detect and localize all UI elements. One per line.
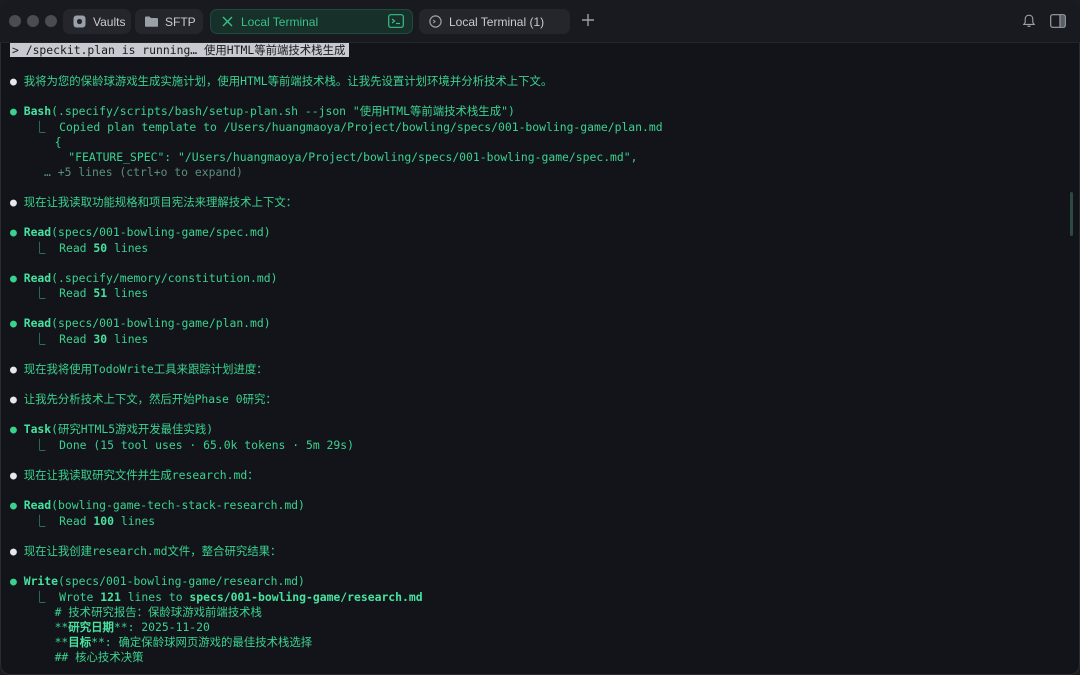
- file-preview-line: **目标**: 确定保龄球网页游戏的最佳技术栈选择: [34, 635, 313, 649]
- close-icon[interactable]: [219, 14, 235, 30]
- sidebar-toggle-icon[interactable]: [1050, 14, 1066, 28]
- tab-label: Vaults: [93, 14, 126, 29]
- bullet-icon: ●: [10, 104, 17, 118]
- bullet-icon: ●: [10, 422, 17, 436]
- tool-output-line: ⎿ Read 100 lines: [34, 514, 156, 528]
- tool-output-line: {: [34, 135, 62, 149]
- vault-icon: [71, 14, 87, 30]
- tool-output-line: "FEATURE_SPEC": "/Users/huangmaoya/Proje…: [34, 150, 638, 164]
- file-preview-line: **研究日期**: 2025-11-20: [34, 620, 210, 634]
- tool-output-line: ⎿ Copied plan template to /Users/huangma…: [34, 120, 663, 134]
- folder-icon: [143, 14, 159, 30]
- terminal-window: Vaults SFTP Local Terminal Local Termina…: [0, 0, 1080, 675]
- bullet-icon: ●: [10, 544, 17, 558]
- bullet-icon: ●: [10, 392, 17, 406]
- tab-local-terminal[interactable]: Local Terminal: [210, 9, 413, 34]
- terminal-output[interactable]: > /speckit.plan is running… 使用HTML等前端技术栈…: [0, 42, 1080, 675]
- tool-call-line: ● Task(研究HTML5游戏开发最佳实践): [10, 422, 214, 436]
- tool-call-line: ● Bash(.specify/scripts/bash/setup-plan.…: [10, 104, 515, 118]
- bullet-icon: ●: [10, 498, 17, 512]
- tool-call-line: ● Read(.specify/memory/constitution.md): [10, 271, 278, 285]
- bullet-icon: ●: [10, 74, 17, 88]
- expand-hint-line[interactable]: … +5 lines (ctrl+o to expand): [44, 165, 243, 180]
- bullet-icon: ●: [10, 271, 17, 285]
- bullet-icon: ●: [10, 195, 17, 209]
- message-line: ● 现在我将使用TodoWrite工具来跟踪计划进度：: [10, 362, 268, 376]
- tab-sftp[interactable]: SFTP: [135, 9, 203, 34]
- zoom-window-button[interactable]: [45, 15, 57, 27]
- message-line: ● 现在让我读取研究文件并生成research.md：: [10, 468, 259, 482]
- tool-output-line: ⎿ Read 51 lines: [34, 286, 149, 300]
- terminal-icon: [388, 14, 404, 28]
- bullet-icon: ●: [10, 468, 17, 482]
- bullet-icon: ●: [10, 225, 17, 239]
- plus-icon: [582, 14, 594, 26]
- close-window-button[interactable]: [9, 15, 21, 27]
- tool-output-line: ⎿ Wrote 121 lines to specs/001-bowling-g…: [34, 590, 423, 604]
- tool-call-line: ● Read(bowling-game-tech-stack-research.…: [10, 498, 305, 512]
- title-bar: Vaults SFTP Local Terminal Local Termina…: [0, 0, 1080, 43]
- minimize-window-button[interactable]: [27, 15, 39, 27]
- bullet-icon: ●: [10, 316, 17, 330]
- scrollbar-thumb[interactable]: [1070, 192, 1073, 236]
- tool-output-line: ⎿ Read 30 lines: [34, 332, 149, 346]
- command-prompt: > /speckit.plan is running… 使用HTML等前端技术栈…: [10, 43, 350, 57]
- file-preview-line: # 技术研究报告：保龄球游戏前端技术栈: [34, 605, 262, 619]
- file-preview-line: ## 核心技术决策: [34, 650, 144, 664]
- bell-icon[interactable]: [1022, 14, 1036, 28]
- tab-local-terminal-1[interactable]: Local Terminal (1): [419, 9, 570, 34]
- terminal-icon: [427, 14, 443, 30]
- tab-label: SFTP: [165, 14, 196, 29]
- tool-output-line: ⎿ Done (15 tool uses · 65.0k tokens · 5m…: [34, 438, 354, 452]
- tool-call-line: ● Write(specs/001-bowling-game/research.…: [10, 574, 305, 588]
- tool-call-line: ● Read(specs/001-bowling-game/plan.md): [10, 316, 271, 330]
- message-line: ● 现在让我读取功能规格和项目宪法来理解技术上下文：: [10, 195, 298, 209]
- tab-label: Local Terminal (1): [449, 14, 545, 29]
- tab-label: Local Terminal: [241, 14, 319, 29]
- prompt-line: > /speckit.plan is running… 使用HTML等前端技术栈…: [10, 43, 350, 58]
- message-line: ● 现在让我创建research.md文件，整合研究结果：: [10, 544, 282, 558]
- bullet-icon: ●: [10, 574, 17, 588]
- new-tab-button[interactable]: [579, 12, 597, 30]
- tool-output-line: ⎿ Read 50 lines: [34, 241, 149, 255]
- message-line: ● 我将为您的保龄球游戏生成实施计划，使用HTML等前端技术栈。让我先设置计划环…: [10, 74, 553, 88]
- tool-call-line: ● Read(specs/001-bowling-game/spec.md): [10, 225, 271, 239]
- tab-vaults[interactable]: Vaults: [63, 9, 131, 34]
- bullet-icon: ●: [10, 362, 17, 376]
- message-line: ● 让我先分析技术上下文，然后开始Phase 0研究：: [10, 392, 277, 406]
